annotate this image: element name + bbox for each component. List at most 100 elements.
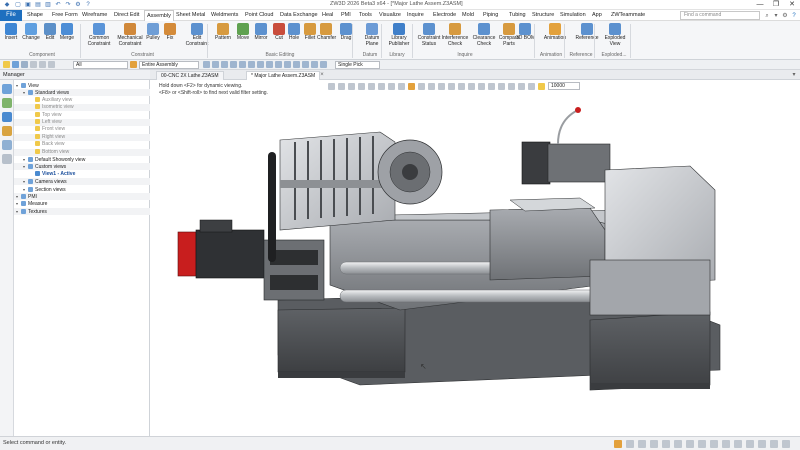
find-command-input[interactable]: Find a command (680, 11, 760, 20)
close-button[interactable]: ✕ (784, 0, 800, 10)
tree-node[interactable]: Right view (30, 133, 65, 141)
layers-icon[interactable] (12, 61, 19, 68)
status-icon-8[interactable] (698, 440, 706, 448)
animation-button[interactable]: Animation (540, 23, 570, 42)
tree-node[interactable]: ▾ Textures (16, 208, 47, 215)
tab-cnc-lathe[interactable]: 00-CNC 2X Lathe.Z3ASM (156, 71, 224, 80)
status-icon-12[interactable] (746, 440, 754, 448)
undo-icon[interactable]: ↶ (54, 1, 62, 9)
tree-node[interactable]: Front view (30, 126, 65, 133)
pick-icon-1[interactable] (203, 61, 210, 68)
pulley-button[interactable]: Pulley (144, 23, 162, 42)
pattern-button[interactable]: Pattern (214, 23, 232, 42)
mirror-button[interactable]: Mirror (252, 23, 270, 42)
filter-options-icon[interactable] (130, 61, 137, 68)
tree-node[interactable]: Back view (30, 141, 65, 148)
tree-node[interactable]: Auxiliary view (30, 96, 72, 104)
property-manager-icon[interactable] (2, 140, 12, 150)
filter-icon[interactable] (21, 61, 28, 68)
chamfer-button[interactable]: Chamfer (317, 23, 336, 42)
pick-icon-10[interactable] (284, 61, 291, 68)
layer-manager-icon[interactable] (2, 126, 12, 136)
datum-plane-button[interactable]: Datum Plane (357, 23, 387, 47)
settings-gear-icon[interactable]: ⚙ (781, 12, 789, 20)
menu-pmi[interactable]: PMI (341, 11, 351, 20)
tab-major-lathe[interactable]: * Major Lathe Assem.Z3ASM (246, 71, 321, 80)
3d-bom-button[interactable]: 3D BOM (516, 23, 535, 42)
menu-wireframe[interactable]: Wireframe (82, 11, 107, 20)
tab-menu-icon[interactable]: ▾ (790, 71, 798, 79)
menu-tubing[interactable]: Tubing (509, 11, 526, 20)
chevron-down-icon[interactable]: ▾ (772, 12, 780, 20)
maximize-button[interactable]: ❐ (768, 0, 784, 10)
tree-node[interactable]: Bottom view (30, 148, 69, 156)
menu-structure[interactable]: Structure (532, 11, 554, 20)
edit-button[interactable]: Edit (41, 23, 59, 42)
pick-icon-5[interactable] (239, 61, 246, 68)
pick-mode-select[interactable]: Single Pick (335, 61, 380, 69)
tree-node[interactable]: Left view (30, 119, 62, 126)
pick-icon-14[interactable] (320, 61, 327, 68)
insert-button[interactable]: Insert (2, 23, 20, 42)
tree-node[interactable]: ▾ Custom views (23, 163, 66, 170)
menu-visualize[interactable]: Visualize (379, 11, 401, 20)
redo-icon[interactable]: ↷ (64, 1, 72, 9)
tree-node[interactable]: View1 - Active (30, 170, 75, 178)
tree-node[interactable]: ▾ PMI (16, 193, 37, 200)
menu-piping[interactable]: Piping (483, 11, 498, 20)
status-icon-2[interactable] (626, 440, 634, 448)
status-icon-9[interactable] (710, 440, 718, 448)
reference-button[interactable]: Reference (572, 23, 602, 42)
pick-icon-4[interactable] (230, 61, 237, 68)
merge-button[interactable]: Merge (58, 23, 76, 42)
grid-icon[interactable] (39, 61, 46, 68)
pick-icon-7[interactable] (257, 61, 264, 68)
view-manager-icon[interactable] (2, 112, 12, 122)
library-publisher-button[interactable]: Library Publisher (384, 23, 414, 47)
status-icon-4[interactable] (650, 440, 658, 448)
resource-manager-icon[interactable] (2, 154, 12, 164)
interference-check-button[interactable]: Interference Check (440, 23, 470, 47)
mechanical-constraint-button[interactable]: Mechanical Constraint (115, 23, 145, 47)
status-icon-5[interactable] (662, 440, 670, 448)
minimize-button[interactable]: — (752, 0, 768, 10)
menu-inquire[interactable]: Inquire (407, 11, 424, 20)
common-constraint-button[interactable]: Common Constraint (84, 23, 114, 47)
menu-data-exchange[interactable]: Data Exchange (280, 11, 318, 20)
status-icon-11[interactable] (734, 440, 742, 448)
folder-icon[interactable] (3, 61, 10, 68)
scope-select[interactable]: Entire Assembly (139, 61, 199, 69)
status-icon-14[interactable] (770, 440, 778, 448)
status-icon-3[interactable] (638, 440, 646, 448)
tree-node[interactable]: ▾ Default Showonly view (23, 156, 85, 163)
menu-mold[interactable]: Mold (462, 11, 474, 20)
close-tab-icon[interactable]: × (318, 71, 326, 79)
fix-button[interactable]: Fix (161, 23, 179, 42)
change-button[interactable]: Change (22, 23, 40, 42)
menu-heal[interactable]: Heal (322, 11, 333, 20)
assembly-manager-icon[interactable] (2, 98, 12, 108)
menu-tools[interactable]: Tools (359, 11, 372, 20)
snap-icon[interactable] (48, 61, 55, 68)
status-icon-13[interactable] (758, 440, 766, 448)
new-file-icon[interactable]: ▢ (14, 1, 22, 9)
pick-icon-3[interactable] (221, 61, 228, 68)
pick-icon-8[interactable] (266, 61, 273, 68)
tree-node[interactable]: ▾ Section views (23, 186, 66, 193)
menu-weldments[interactable]: Weldments (211, 11, 238, 20)
3d-viewport[interactable]: Hold down <F2> for dynamic viewing. <F8>… (150, 80, 800, 436)
save-icon[interactable]: ▤ (34, 1, 42, 9)
status-icon-15[interactable] (782, 440, 790, 448)
menu-direct-edit[interactable]: Direct Edit (114, 11, 139, 20)
search-icon[interactable]: ⌕ (763, 12, 771, 20)
status-icon-7[interactable] (686, 440, 694, 448)
menu-point-cloud[interactable]: Point Cloud (245, 11, 273, 20)
pick-icon-6[interactable] (248, 61, 255, 68)
tree-node[interactable]: ▾ Measure (16, 200, 47, 207)
pick-icon-13[interactable] (311, 61, 318, 68)
tree-node[interactable]: ▾ View (16, 82, 39, 89)
status-icon-6[interactable] (674, 440, 682, 448)
pick-icon-12[interactable] (302, 61, 309, 68)
help-icon[interactable]: ? (790, 12, 798, 20)
tree-node[interactable]: ▾ Standard views (23, 89, 69, 96)
